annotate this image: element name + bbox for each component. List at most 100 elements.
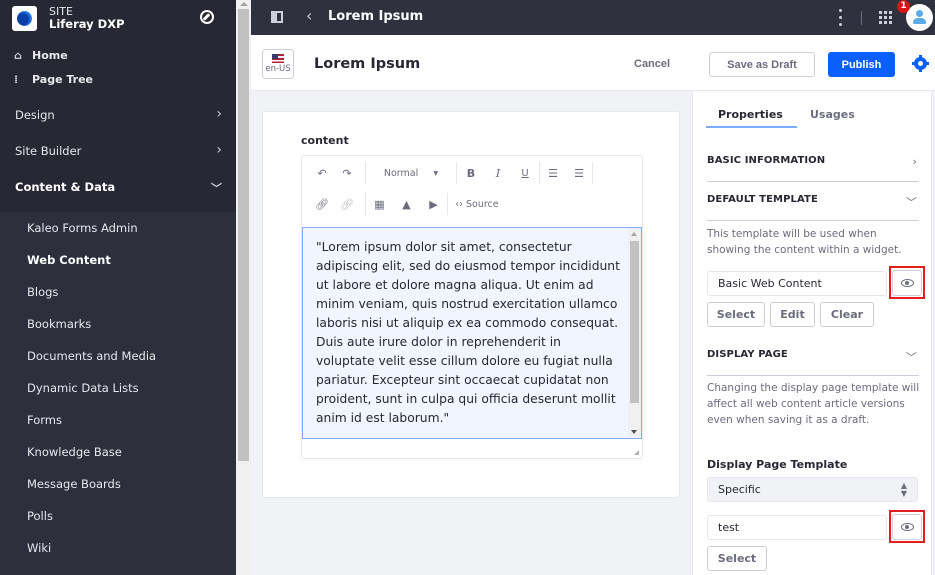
locale-label: en-US bbox=[265, 64, 291, 74]
home-icon: ⌂ bbox=[14, 49, 22, 62]
sidebar-item-kaleo-forms-admin[interactable]: Kaleo Forms Admin bbox=[27, 221, 138, 235]
site-header[interactable]: SITE Liferay DXP bbox=[12, 5, 125, 31]
tab-usages[interactable]: Usages bbox=[810, 108, 855, 121]
gear-icon[interactable] bbox=[912, 55, 929, 72]
content-card: content ↶ ↷ Normal ▾ B I U ☰ ☰ 🔗︎ 🔗︎ ▦ ▲… bbox=[262, 111, 680, 498]
textarea-scrollbar[interactable] bbox=[628, 228, 641, 438]
chevron-right-icon: › bbox=[216, 142, 222, 158]
product-menu: SITE Liferay DXP ⌂ Home ⁞ Page Tree Desi… bbox=[0, 0, 236, 575]
section-design[interactable]: Design › bbox=[0, 97, 236, 133]
resize-handle-icon[interactable] bbox=[634, 450, 639, 455]
display-page-template-value: Specific bbox=[718, 483, 761, 496]
page-tree-label: Page Tree bbox=[32, 73, 93, 86]
editor-toolbar-row-2: 🔗︎ 🔗︎ ▦ ▲ ▶ ‹› Source bbox=[302, 189, 642, 219]
template-select-button[interactable]: Select bbox=[707, 302, 765, 327]
site-name: Liferay DXP bbox=[49, 17, 125, 31]
preview-template-button[interactable] bbox=[892, 270, 922, 296]
rich-text-editor: ↶ ↷ Normal ▾ B I U ☰ ☰ 🔗︎ 🔗︎ ▦ ▲ ▶ ‹› So… bbox=[301, 155, 643, 459]
sidebar-toggle-icon[interactable] bbox=[271, 11, 283, 23]
section-content-data-label: Content & Data bbox=[15, 180, 116, 194]
section-site-builder[interactable]: Site Builder › bbox=[0, 133, 236, 169]
redo-icon[interactable]: ↷ bbox=[337, 167, 357, 180]
italic-icon[interactable]: I bbox=[485, 167, 511, 180]
active-tab-indicator bbox=[706, 126, 797, 128]
scrollbar-thumb[interactable] bbox=[630, 241, 639, 403]
bold-icon[interactable]: B bbox=[457, 167, 485, 180]
sidebar-item-bookmarks[interactable]: Bookmarks bbox=[27, 317, 91, 331]
default-template-header[interactable]: DEFAULT TEMPLATE ﹀ bbox=[707, 194, 919, 221]
publish-button[interactable]: Publish bbox=[828, 52, 895, 77]
sidebar-item-polls[interactable]: Polls bbox=[27, 509, 53, 523]
sidebar-item-dynamic-data-lists[interactable]: Dynamic Data Lists bbox=[27, 381, 139, 395]
sidebar-item-wiki[interactable]: Wiki bbox=[27, 541, 51, 555]
tab-properties[interactable]: Properties bbox=[718, 108, 783, 121]
link-icon[interactable]: 🔗︎ bbox=[307, 198, 337, 211]
format-select[interactable]: Normal ▾ bbox=[366, 168, 456, 179]
compass-icon[interactable] bbox=[200, 10, 214, 24]
page-tree-link[interactable]: ⁞ Page Tree bbox=[14, 73, 93, 86]
image-icon[interactable]: ▲ bbox=[393, 198, 420, 211]
section-site-builder-label: Site Builder bbox=[15, 144, 82, 158]
chevron-right-icon: › bbox=[216, 106, 222, 122]
bulleted-list-icon[interactable]: ☰ bbox=[566, 167, 592, 180]
user-avatar[interactable] bbox=[906, 4, 933, 31]
sidebar-item-documents-and-media[interactable]: Documents and Media bbox=[27, 349, 156, 363]
default-template-help: This template will be used when showing … bbox=[707, 228, 902, 256]
properties-panel: Properties Usages BASIC INFORMATION › DE… bbox=[692, 91, 935, 575]
source-button[interactable]: ‹› Source bbox=[448, 199, 506, 210]
control-menu: ‹ Lorem Ipsum 1 bbox=[251, 0, 935, 35]
preview-display-page-button[interactable] bbox=[892, 514, 922, 540]
display-page-help: Changing the display page template will … bbox=[707, 382, 920, 426]
article-title[interactable]: Lorem Ipsum bbox=[314, 56, 420, 72]
select-arrows-icon: ▲ ▼ bbox=[900, 481, 907, 498]
home-label: Home bbox=[32, 49, 68, 62]
display-page-template-label: Display Page Template bbox=[707, 458, 848, 471]
scroll-down-arrow-icon[interactable] bbox=[631, 430, 637, 434]
display-page-select-button[interactable]: Select bbox=[707, 546, 767, 571]
display-page-input[interactable]: test bbox=[707, 515, 887, 540]
section-design-label: Design bbox=[15, 108, 55, 122]
underline-icon[interactable]: U bbox=[511, 168, 539, 179]
section-content-data[interactable]: Content & Data ﹀ bbox=[0, 169, 236, 205]
template-clear-button[interactable]: Clear bbox=[820, 302, 874, 327]
scroll-up-arrow-icon[interactable] bbox=[240, 2, 248, 6]
sidebar-scrollbar[interactable] bbox=[236, 0, 251, 575]
video-icon[interactable]: ▶ bbox=[420, 198, 447, 211]
display-page-title: DISPLAY PAGE bbox=[707, 349, 788, 360]
content-textarea[interactable]: "Lorem ipsum dolor sit amet, consectetur… bbox=[302, 227, 642, 439]
panel-edge bbox=[931, 91, 935, 575]
numbered-list-icon[interactable]: ☰ bbox=[540, 167, 566, 180]
scroll-up-arrow-icon[interactable] bbox=[631, 232, 637, 236]
back-icon[interactable]: ‹ bbox=[306, 6, 312, 25]
table-icon[interactable]: ▦ bbox=[366, 198, 393, 211]
unlink-icon[interactable]: 🔗︎ bbox=[337, 198, 357, 211]
cancel-button[interactable]: Cancel bbox=[634, 51, 670, 77]
editor-toolbar-row-1: ↶ ↷ Normal ▾ B I U ☰ ☰ bbox=[302, 158, 642, 188]
home-link[interactable]: ⌂ Home bbox=[14, 49, 68, 62]
locale-selector[interactable]: en-US bbox=[262, 49, 294, 79]
chevron-down-icon: ﹀ bbox=[211, 182, 222, 195]
chevron-right-icon: › bbox=[912, 155, 917, 168]
save-as-draft-button[interactable]: Save as Draft bbox=[709, 52, 815, 77]
content-body-text: "Lorem ipsum dolor sit amet, consectetur… bbox=[316, 240, 620, 425]
default-template-input[interactable]: Basic Web Content bbox=[707, 271, 887, 296]
undo-icon[interactable]: ↶ bbox=[307, 167, 337, 180]
template-edit-button[interactable]: Edit bbox=[770, 302, 815, 327]
eye-icon bbox=[901, 523, 914, 531]
chevron-down-icon: ﹀ bbox=[905, 351, 917, 364]
notification-badge: 1 bbox=[897, 0, 910, 13]
basic-information-header[interactable]: BASIC INFORMATION › bbox=[707, 155, 919, 182]
apps-grid-icon[interactable] bbox=[879, 11, 892, 24]
kebab-menu-icon[interactable] bbox=[838, 9, 842, 26]
display-page-header[interactable]: DISPLAY PAGE ﹀ bbox=[707, 349, 919, 376]
sidebar-item-knowledge-base[interactable]: Knowledge Base bbox=[27, 445, 122, 459]
sidebar-item-forms[interactable]: Forms bbox=[27, 413, 62, 427]
us-flag-icon bbox=[272, 54, 284, 63]
divider bbox=[861, 11, 862, 25]
sidebar-item-blogs[interactable]: Blogs bbox=[27, 285, 58, 299]
chevron-down-icon: ﹀ bbox=[905, 196, 917, 209]
sidebar-item-web-content[interactable]: Web Content bbox=[27, 253, 111, 267]
sidebar-item-message-boards[interactable]: Message Boards bbox=[27, 477, 121, 491]
scrollbar-thumb[interactable] bbox=[238, 9, 249, 461]
display-page-template-select[interactable]: Specific ▲ ▼ bbox=[707, 477, 918, 502]
